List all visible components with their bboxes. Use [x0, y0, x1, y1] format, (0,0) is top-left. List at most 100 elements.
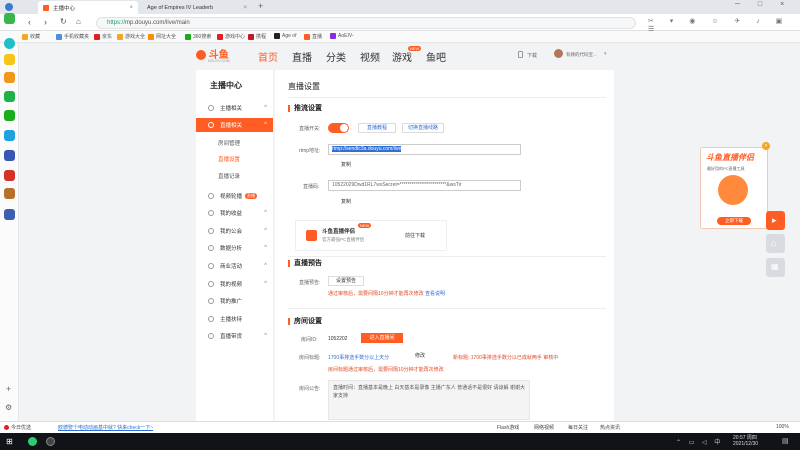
nav-category[interactable]: 分类 [326, 49, 346, 64]
sidebar-item[interactable]: 主播扶持 [196, 312, 273, 326]
chevron-down-icon[interactable]: ▾ [604, 51, 607, 57]
dock-app-icon[interactable] [4, 72, 15, 83]
sidebar-item[interactable]: 商业活动 ^ [196, 259, 273, 273]
set-preview-button[interactable]: 设置预告 [328, 276, 364, 286]
username[interactable]: 有顾的代码宝... [566, 52, 597, 58]
bookmark-item[interactable]: Age of [274, 33, 296, 39]
sidebar-item[interactable]: 数据分析 ^ [196, 241, 273, 255]
home-icon[interactable]: ⌂ [76, 17, 81, 26]
tab-close-icon[interactable]: × [129, 5, 133, 11]
sidebar-subitem[interactable]: 直播记录 [218, 172, 240, 180]
clock-date[interactable]: 2021/12/30 [733, 441, 758, 447]
window-controls[interactable]: ─ □ × [735, 1, 792, 8]
bookmark-item[interactable]: 京东 [94, 33, 112, 40]
promo-download-button[interactable]: 前往下载 [392, 231, 438, 241]
view-explanation-link[interactable]: 查看说明 [425, 291, 445, 297]
assistant-float-ad[interactable]: × 斗鱼直播伴侣 最好用的PC直播工具 立即下载 [700, 142, 770, 229]
dock-app-icon[interactable] [4, 209, 15, 220]
bookmark-item[interactable]: 携程 [248, 33, 266, 40]
edit-title-button[interactable]: 修改 [407, 351, 433, 361]
bookmark-item[interactable]: 游戏大全 [117, 33, 145, 40]
switch-line-button[interactable]: 切换直播线路 [402, 123, 444, 133]
download-link[interactable]: 下载 [527, 52, 537, 59]
status-hot[interactable]: 热点资讯 [600, 424, 620, 431]
bookmark-item[interactable]: 游戏中心 [217, 33, 245, 40]
notice-textarea[interactable]: 直播时间：直播基本是晚上 白天基本是录像 主播广东人 普通话不是很好 请谅解 谢… [328, 380, 530, 420]
bookmark-label: 360搜索 [193, 34, 212, 40]
bookmark-item[interactable]: 网址大全 [148, 33, 176, 40]
dock-add-icon[interactable]: + [6, 384, 11, 394]
tab-age-of-empires[interactable]: Age of Empires IV Leaderb × [142, 1, 252, 14]
float-home-button[interactable]: ⌂ [766, 234, 785, 253]
dock-star-icon[interactable] [4, 54, 15, 65]
nav-yuba[interactable]: 鱼吧 [426, 49, 446, 64]
nav-video[interactable]: 视频 [360, 49, 380, 64]
status-video[interactable]: 网络视频 [534, 424, 554, 431]
dock-app-icon[interactable] [4, 91, 15, 102]
nav-home[interactable]: 首页 [258, 49, 278, 64]
clock-time[interactable]: 20:57 周四 [733, 434, 757, 441]
douyu-logo[interactable]: 斗鱼 DOUYU.COM [196, 46, 238, 64]
dock-chat-icon[interactable] [4, 110, 15, 121]
back-icon[interactable]: ‹ [28, 17, 31, 27]
avatar[interactable] [554, 49, 563, 58]
divider [288, 97, 606, 98]
copy-code-button[interactable]: 复制 [333, 197, 359, 207]
address-input[interactable]: https://mp.douyu.com/live/main [96, 16, 636, 29]
live-toggle[interactable] [328, 123, 349, 133]
start-icon[interactable]: ⊞ [6, 437, 13, 446]
bookmark-item[interactable]: 收藏 [22, 33, 40, 40]
close-icon[interactable]: × [762, 142, 770, 150]
tab-close-icon[interactable]: × [243, 5, 247, 11]
page-title: 直播设置 [288, 82, 320, 91]
taskbar-app-icon[interactable] [46, 437, 55, 446]
bookmark-item[interactable]: 360搜索 [185, 33, 211, 40]
tab-streamer-center[interactable]: 主播中心 × [38, 1, 138, 14]
nav-live[interactable]: 直播 [292, 49, 312, 64]
browser-logo-icon[interactable] [5, 3, 13, 11]
enter-room-button[interactable]: 进入直播间 [361, 333, 403, 343]
tutorial-button[interactable]: 直播教程 [358, 123, 396, 133]
new-tab-icon[interactable]: + [258, 1, 263, 11]
sidebar-item[interactable]: 直播带货 ^ [196, 329, 273, 343]
dock-p-icon[interactable] [4, 130, 15, 141]
nav-games[interactable]: 游戏 [392, 49, 412, 64]
status-left[interactable]: 今日优选 [11, 424, 31, 431]
sidebar-item[interactable]: 我的公会 ^ [196, 224, 273, 238]
zoom-level[interactable]: 100% [776, 424, 789, 430]
status-daily[interactable]: 每日关注 [568, 424, 588, 431]
notification-icon[interactable]: ▤ [782, 437, 789, 445]
sidebar-item[interactable]: 我的推广 [196, 294, 273, 308]
dock-app-icon[interactable] [4, 13, 15, 24]
status-news[interactable]: 欧德娶个电动动画基中就? 快来check一下~ [58, 424, 153, 431]
sidebar-item[interactable]: 直播相关 ^ [196, 118, 273, 132]
taskbar-browser-icon[interactable] [28, 437, 37, 446]
dock-app-icon[interactable] [4, 38, 15, 49]
refresh-icon[interactable]: ↻ [60, 17, 67, 26]
float-app-button[interactable]: ▦ [766, 258, 785, 277]
sidebar-item[interactable]: 主播相关 ^ [196, 101, 273, 115]
bookmark-item[interactable]: AoEIV- [330, 33, 354, 39]
download-icon[interactable] [518, 51, 523, 58]
sidebar-item[interactable]: 视频轮播 直播 [196, 189, 273, 203]
tray-icons[interactable]: ⌃ ▭ ◁ 中 [676, 437, 723, 446]
dock-settings-icon[interactable]: ⚙ [5, 403, 12, 412]
logo-subtext: DOUYU.COM [208, 59, 230, 63]
copy-rtmp-button[interactable]: 复制 [333, 160, 359, 170]
dock-game-icon[interactable] [4, 188, 15, 199]
bookmark-item[interactable]: 手机收藏夹 [56, 33, 89, 40]
sidebar-item[interactable]: 我的收益 ^ [196, 206, 273, 220]
float-download-button[interactable]: 立即下载 [717, 217, 751, 225]
sidebar-subitem[interactable]: 直播设置 [218, 155, 240, 163]
dock-app-icon[interactable] [4, 150, 15, 161]
forward-icon[interactable]: › [44, 17, 47, 27]
rtmp-field[interactable]: rtmp://sendtc3a.douyu.com/live [328, 144, 521, 155]
sidebar-item[interactable]: 我的视频 ^ [196, 277, 273, 291]
site-header: 斗鱼 DOUYU.COM 首页 直播 分类 视频 游戏 NEW 鱼吧 下载 有顾… [196, 44, 614, 66]
bookmark-item[interactable]: 直播 [304, 33, 322, 40]
status-flash[interactable]: Flash游戏 [497, 424, 519, 431]
stream-code-field[interactable]: 10522029Dwd1RL7wsSecret=****************… [328, 180, 521, 191]
float-play-button[interactable]: ▸ [766, 211, 785, 230]
sidebar-subitem[interactable]: 房间管理 [218, 139, 240, 147]
dock-game-icon[interactable] [4, 170, 15, 181]
